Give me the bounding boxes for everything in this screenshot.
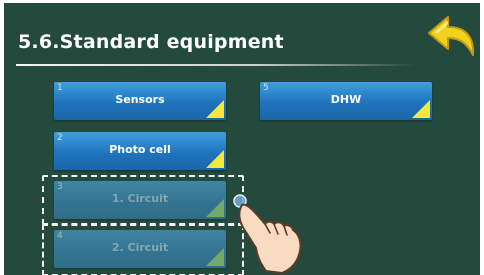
corner-triangle-icon (206, 100, 224, 118)
tile-label: 2. Circuit (111, 241, 169, 254)
tile-number: 4 (57, 231, 63, 241)
tile-label: DHW (330, 93, 362, 106)
corner-triangle-icon (206, 199, 224, 217)
tile-label: 1. Circuit (111, 192, 169, 205)
pointing-hand-icon (233, 194, 302, 274)
tile-number: 3 (57, 182, 63, 192)
tile-photo-cell[interactable]: 2 Photo cell (54, 132, 226, 170)
tile-circuit-1[interactable]: 3 1. Circuit (54, 181, 226, 219)
tile-number: 5 (263, 83, 269, 93)
tile-dhw[interactable]: 5 DHW (260, 82, 432, 120)
tile-sensors[interactable]: 1 Sensors (54, 82, 226, 120)
tile-label: Photo cell (109, 143, 171, 156)
back-arrow-icon[interactable] (426, 11, 478, 59)
tile-number: 1 (57, 83, 63, 93)
screen: 5.6.Standard equipment 1 Sensors 5 DHW 2… (4, 3, 480, 275)
tile-number: 2 (57, 133, 63, 143)
title-divider (16, 64, 416, 66)
corner-triangle-icon (412, 100, 430, 118)
tile-circuit-2[interactable]: 4 2. Circuit (54, 230, 226, 268)
corner-triangle-icon (206, 248, 224, 266)
tile-label: Sensors (115, 93, 165, 106)
corner-triangle-icon (206, 150, 224, 168)
page-title: 5.6.Standard equipment (18, 31, 284, 53)
